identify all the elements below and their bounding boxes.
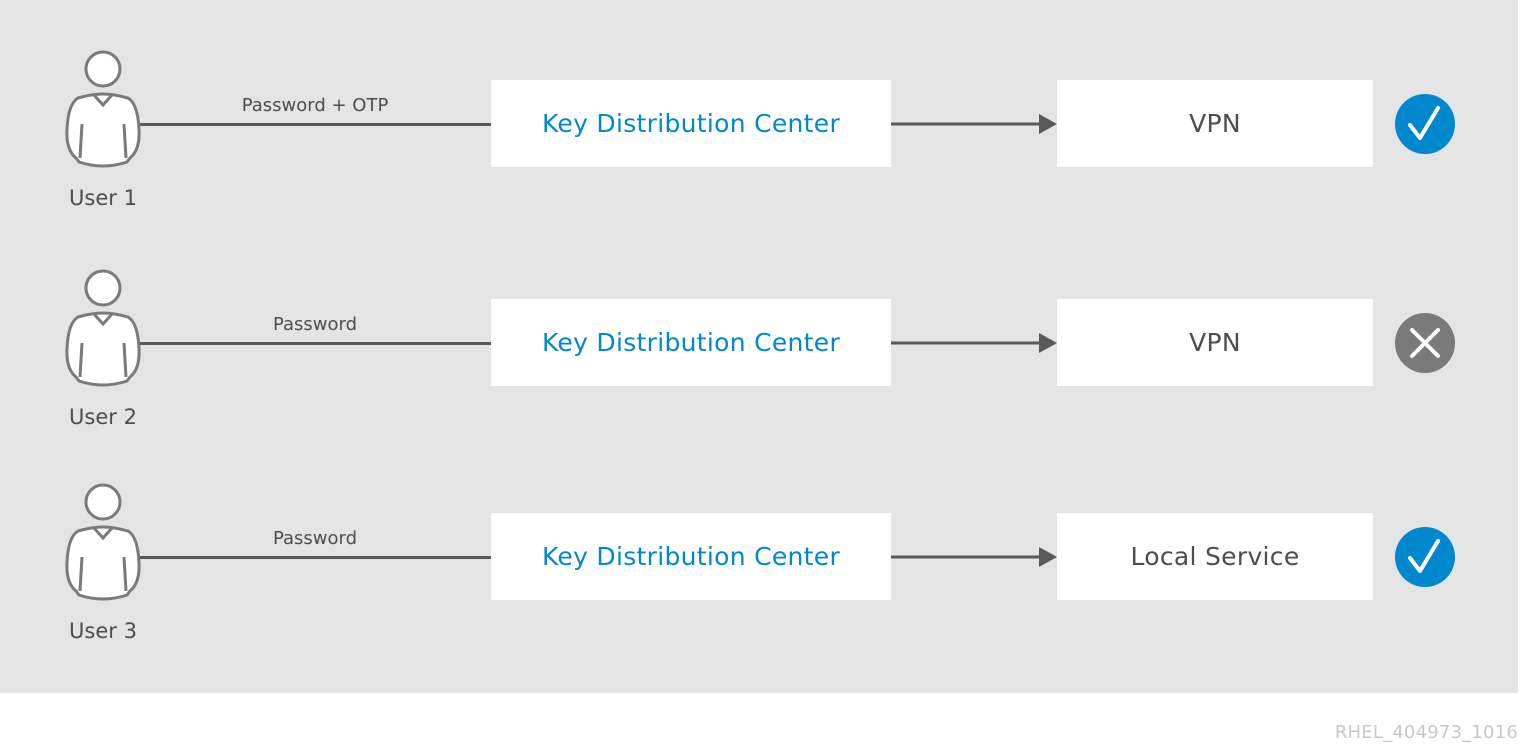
service-box: VPN <box>1057 80 1373 167</box>
kdc-label: Key Distribution Center <box>541 328 841 357</box>
user-label: User 2 <box>69 405 137 429</box>
user-icon <box>65 50 141 168</box>
credential-connector <box>140 123 492 126</box>
kdc-label: Key Distribution Center <box>541 542 841 571</box>
row-user-1: User 1 Password + OTP Key Distribution C… <box>0 0 1518 210</box>
user-label: User 3 <box>69 619 137 643</box>
service-label: VPN <box>1189 328 1241 357</box>
arrow-icon <box>891 547 1057 567</box>
credential-connector <box>140 556 492 559</box>
figure-id: RHEL_404973_1016 <box>1334 722 1518 743</box>
diagram-panel: User 1 Password + OTP Key Distribution C… <box>0 0 1518 693</box>
service-label: VPN <box>1189 109 1241 138</box>
x-icon <box>1395 313 1455 373</box>
credential-label: Password + OTP <box>241 95 389 116</box>
user-icon <box>65 269 141 387</box>
arrow-icon <box>891 114 1057 134</box>
arrow-icon <box>891 333 1057 353</box>
kdc-box: Key Distribution Center <box>491 513 891 600</box>
user-icon <box>65 483 141 601</box>
check-icon <box>1395 94 1455 154</box>
kdc-box: Key Distribution Center <box>491 299 891 386</box>
row-user-2: User 2 Password Key Distribution Center … <box>0 219 1518 429</box>
row-user-3: User 3 Password Key Distribution Center … <box>0 433 1518 643</box>
service-box: Local Service <box>1057 513 1373 600</box>
credential-label: Password <box>272 314 358 335</box>
service-box: VPN <box>1057 299 1373 386</box>
credential-connector <box>140 342 492 345</box>
service-label: Local Service <box>1130 542 1300 571</box>
kdc-box: Key Distribution Center <box>491 80 891 167</box>
check-icon <box>1395 527 1455 587</box>
credential-label: Password <box>272 528 358 549</box>
kdc-label: Key Distribution Center <box>541 109 841 138</box>
user-label: User 1 <box>69 186 137 210</box>
